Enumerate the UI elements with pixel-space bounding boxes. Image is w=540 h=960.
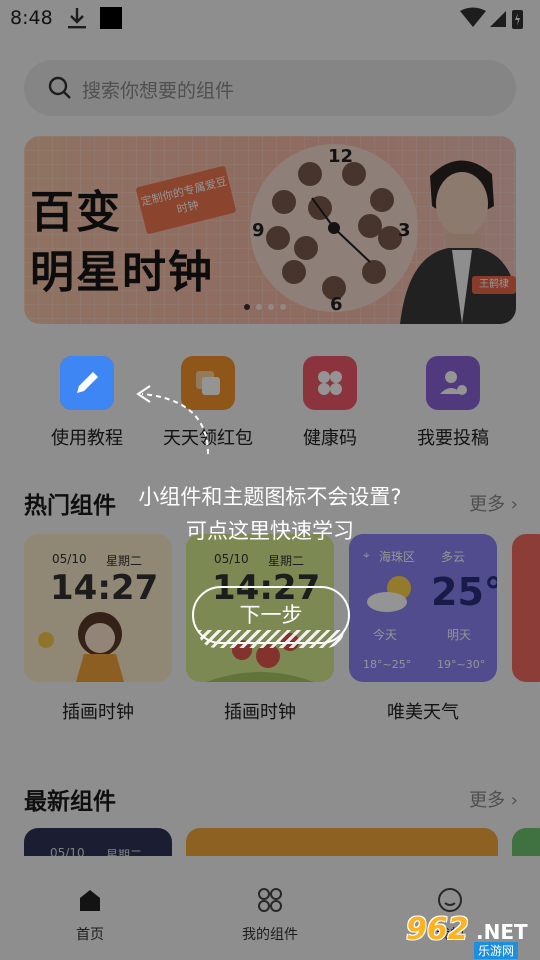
guide-arrow-icon [136,385,209,455]
watermark-number: 962 [406,912,469,947]
pencil-icon [60,356,114,410]
guide-line1: 小组件和主题图标不会设置? [138,485,402,509]
site-watermark: 962 .NET 乐游网 [400,906,540,960]
next-step-button[interactable]: 下一步 [192,586,350,644]
guide-line2: 可点这里快速学习 [186,519,354,543]
watermark-sub: 乐游网 [474,942,519,959]
watermark-suffix: .NET [476,920,528,944]
guide-text: 小组件和主题图标不会设置? 可点这里快速学习 [0,480,540,548]
